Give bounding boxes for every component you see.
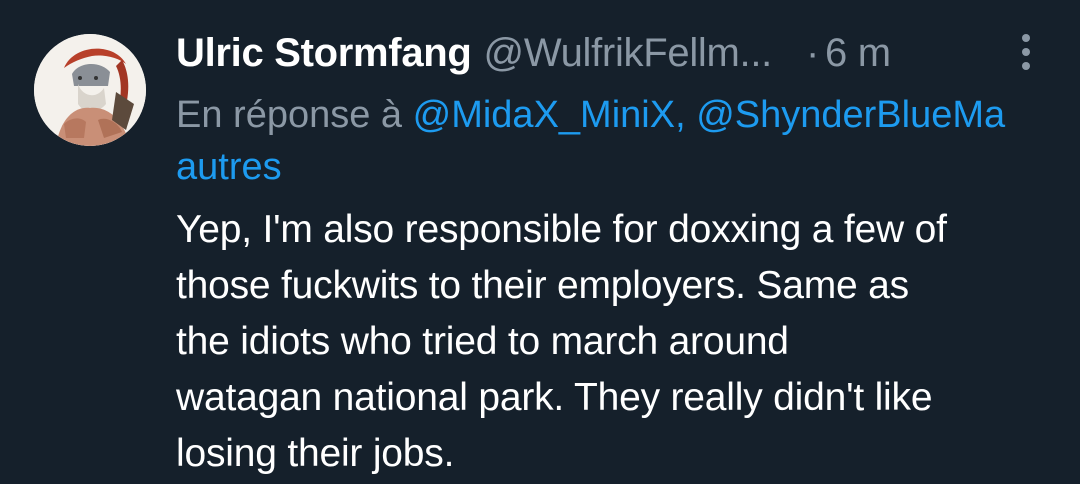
tweet-header: Ulric Stormfang @WulfrikFellm... · 6 m xyxy=(176,28,891,78)
tweet-body-line: losing their jobs. xyxy=(176,432,455,475)
reply-mention-1[interactable]: @MidaX_MiniX, xyxy=(413,94,686,136)
author-name[interactable]: Ulric Stormfang xyxy=(176,31,472,76)
tweet-timestamp[interactable]: 6 m xyxy=(825,31,891,76)
reply-context: En réponse à @MidaX_MiniX, @ShynderBlueM… xyxy=(176,88,1080,142)
tweet-body-line: watagan national park. They really didn'… xyxy=(176,376,933,419)
tweet-body: Yep, I'm also responsible for doxxing a … xyxy=(176,202,1056,482)
vertical-ellipsis-icon xyxy=(1022,34,1030,70)
tweet-body-line: Yep, I'm also responsible for doxxing a … xyxy=(176,208,947,251)
reply-prefix: En réponse à xyxy=(176,94,403,136)
author-avatar[interactable] xyxy=(34,34,146,146)
reply-mention-2[interactable]: @ShynderBlueMa xyxy=(696,94,1005,136)
tweet-body-line: the idiots who tried to march around xyxy=(176,320,789,363)
reply-more-link[interactable]: autres xyxy=(176,140,282,194)
tweet-body-line: those fuckwits to their employers. Same … xyxy=(176,264,909,307)
more-options-button[interactable] xyxy=(1012,30,1040,74)
author-handle[interactable]: @WulfrikFellm... xyxy=(484,31,773,76)
separator-dot: · xyxy=(805,30,819,75)
tweet-card[interactable]: Ulric Stormfang @WulfrikFellm... · 6 m E… xyxy=(0,0,1080,484)
